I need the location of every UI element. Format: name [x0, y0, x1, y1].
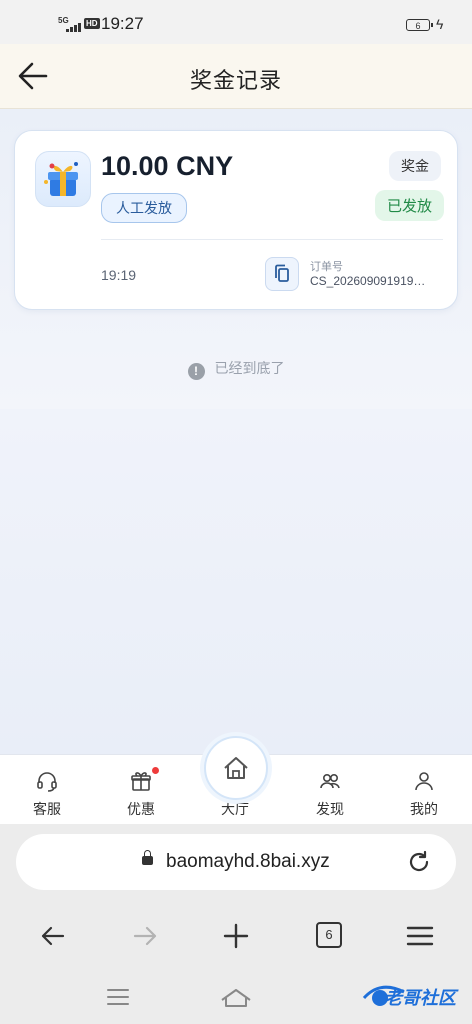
nav-item-mine[interactable]: 我的 — [377, 755, 471, 825]
nav-item-promotions[interactable]: 优惠 — [94, 755, 188, 825]
recent-apps-icon[interactable] — [98, 984, 138, 1010]
order-number: CS_202609091919… — [310, 274, 426, 288]
browser-forward-icon[interactable] — [125, 916, 165, 956]
url-bar[interactable]: baomayhd.8bai.xyz — [16, 834, 456, 890]
bonus-amount: 10.00 CNY — [101, 151, 234, 181]
status-bar: 5G HD 19:27 6 ϟ — [0, 0, 472, 44]
notification-dot — [152, 767, 159, 774]
empty-area — [0, 409, 472, 754]
people-icon — [320, 774, 340, 789]
status-badge: 已发放 — [375, 190, 445, 221]
browser-chrome: baomayhd.8bai.xyz 6 老哥社区 — [0, 824, 472, 1024]
nav-label: 大厅 — [221, 801, 249, 817]
page-title: 奖金记录 — [189, 68, 282, 93]
nav-label: 客服 — [33, 801, 61, 817]
copy-order-button[interactable] — [265, 257, 299, 291]
copy-icon — [275, 264, 289, 282]
url-text: baomayhd.8bai.xyz — [166, 851, 330, 872]
browser-back-icon[interactable] — [33, 916, 73, 956]
info-icon: ! — [187, 363, 205, 380]
nav-item-discover[interactable]: 发现 — [283, 755, 377, 825]
lock-icon — [142, 850, 153, 865]
watermark-text: 老哥社区 — [384, 988, 456, 1008]
user-icon — [415, 772, 433, 791]
reload-icon[interactable] — [406, 849, 432, 875]
issue-method-tag: 人工发放 — [101, 193, 187, 223]
bonus-record-card[interactable]: 10.00 CNY 奖金 人工发放 已发放 19:19 订单号 CS_20260… — [14, 130, 458, 310]
gift-icon — [131, 772, 151, 791]
record-type-tag: 奖金 — [389, 151, 441, 181]
lobby-home-button[interactable] — [204, 736, 268, 800]
page-header: 奖金记录 — [0, 44, 472, 109]
divider — [101, 239, 443, 240]
home-icon — [224, 757, 248, 779]
new-tab-icon[interactable] — [216, 916, 256, 956]
nav-label: 优惠 — [127, 801, 155, 817]
hd-badge: HD — [84, 18, 100, 29]
gift-box-icon — [35, 151, 91, 207]
record-time: 19:19 — [101, 267, 137, 283]
status-time: 19:27 — [101, 14, 144, 33]
nav-item-support[interactable]: 客服 — [0, 755, 94, 825]
system-home-icon[interactable] — [216, 984, 256, 1010]
charging-icon: ϟ — [436, 16, 444, 32]
signal-icon — [66, 22, 82, 32]
nav-label: 我的 — [410, 801, 438, 817]
headset-icon — [37, 772, 57, 792]
end-of-list-text: 已经到底了 — [214, 360, 285, 376]
menu-icon[interactable] — [400, 916, 440, 956]
end-of-list-note: ! 已经到底了 — [0, 358, 472, 380]
tabs-button[interactable]: 6 — [316, 922, 342, 948]
order-number-label: 订单号 — [310, 261, 343, 273]
nav-label: 发现 — [316, 801, 344, 817]
battery-icon: 6 — [406, 19, 433, 31]
